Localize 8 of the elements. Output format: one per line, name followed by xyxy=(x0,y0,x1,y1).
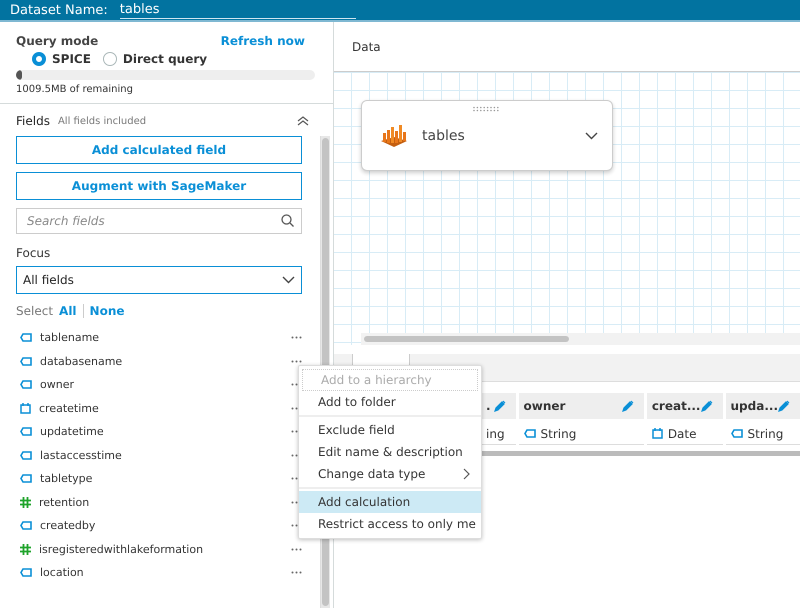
data-title: Data xyxy=(352,40,381,54)
query-mode-title: Query mode xyxy=(16,34,98,48)
dataset-name-label: Dataset Name: xyxy=(10,2,108,18)
remaining-capacity-text: 1009.5MB of remaining xyxy=(16,84,134,95)
fields-subtitle: All fields included xyxy=(58,116,146,126)
fields-title: Fields xyxy=(16,114,50,128)
select-label: Select xyxy=(16,304,54,318)
focus-label: Focus xyxy=(16,246,52,260)
